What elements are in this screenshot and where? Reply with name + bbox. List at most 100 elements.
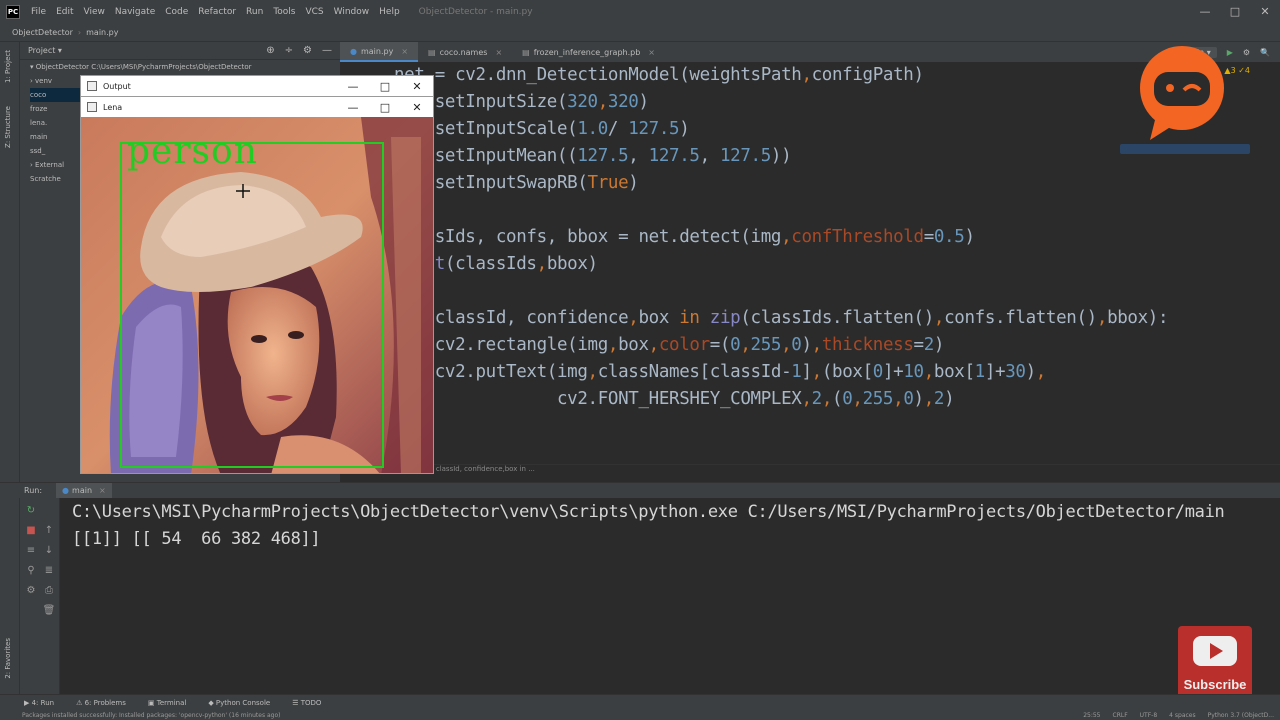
menu-edit[interactable]: Edit [51,7,78,17]
code-token: 10 [903,362,924,382]
code-token: zip [709,308,741,328]
run-label: Run: [24,486,43,495]
hide-icon[interactable]: — [322,45,332,56]
code-token: 1 [791,362,802,382]
run-console[interactable]: C:\Users\MSI\PycharmProjects\ObjectDetec… [60,498,1280,694]
settings-icon[interactable]: ⚙ [24,584,38,598]
caret-position[interactable]: 25:55 [1083,712,1100,719]
favorites-tool-button[interactable]: 2: Favorites [4,638,12,679]
code-token: cv2.FONT_HERSHEY_COMPLEX [394,389,802,409]
collapse-icon[interactable]: ÷ [285,45,293,56]
tab-coco-names[interactable]: ▤ coco.names × [418,42,512,62]
tab-main-py[interactable]: ● main.py × [340,42,419,62]
pin-icon[interactable]: ⚲ [24,564,38,578]
maximize-button[interactable]: □ [1220,0,1250,24]
indent-setting[interactable]: 4 spaces [1169,712,1195,719]
tab-frozen-inference-graph[interactable]: ▤ frozen_inference_graph.pb × [512,42,665,62]
python-console-tool-button[interactable]: ◆ Python Console [208,699,270,707]
maximize-button[interactable]: □ [369,80,401,93]
code-token: ]+ [984,362,1006,382]
scroll-down-icon[interactable]: ↓ [42,544,56,558]
code-token: 255 [750,335,782,355]
code-token: 0 [791,335,802,355]
lena-image-window[interactable]: Lena — □ ✕ person [80,96,434,474]
tree-item[interactable]: ▾ ObjectDetector C:\Users\MSI\PycharmPro… [30,60,340,74]
gear-icon[interactable]: ⚙ [303,45,312,56]
breadcrumb-file[interactable]: main.py [86,28,118,37]
tab-label: frozen_inference_graph.pb [533,47,641,57]
code-token: 127.5 [577,146,629,166]
line-separator[interactable]: CRLF [1113,712,1128,719]
code-token: ) [944,389,955,409]
menu-view[interactable]: View [79,7,110,17]
locate-icon[interactable]: ⊕ [266,45,274,56]
scroll-up-icon[interactable]: ↑ [42,524,56,538]
code-token: , [699,146,720,166]
tab-label: coco.names [439,47,488,57]
maximize-button[interactable]: □ [369,101,401,114]
search-icon[interactable]: 🔍 [1260,48,1270,57]
structure-tool-button[interactable]: Z: Structure [4,106,12,148]
minimize-button[interactable]: — [337,80,369,93]
menu-file[interactable]: File [26,7,51,17]
status-message[interactable]: Packages installed successfully: Install… [22,712,280,719]
close-tab-icon[interactable]: × [99,486,106,495]
menu-tools[interactable]: Tools [268,7,300,17]
code-token: , [801,65,812,85]
menu-help[interactable]: Help [374,7,405,17]
menu-navigate[interactable]: Navigate [110,7,160,17]
restore-layout-icon[interactable]: ≡ [24,544,38,558]
python-file-icon: ● [350,46,357,56]
code-token: , [811,335,823,355]
code-token: 0 [842,389,853,409]
close-tab-icon[interactable]: × [495,48,502,57]
youtube-subscribe-button[interactable]: Subscribe [1178,626,1252,698]
close-button[interactable]: ✕ [401,101,433,114]
stop-icon[interactable]: ■ [24,524,38,538]
close-button[interactable]: ✕ [1250,0,1280,24]
code-token: 320 [567,92,598,112]
todo-tool-button[interactable]: ☰ TODO [292,699,321,707]
detection-image: person [81,117,433,473]
project-view-selector[interactable]: Project ▾ [28,46,62,55]
terminal-tool-button[interactable]: ▣ Terminal [148,699,186,707]
menu-run[interactable]: Run [241,7,268,17]
subscribe-label: Subscribe [1183,677,1247,692]
code-token: = [913,335,925,355]
file-encoding[interactable]: UTF-8 [1140,712,1158,719]
project-tool-button[interactable]: 1: Project [4,50,12,83]
close-tab-icon[interactable]: × [648,48,655,57]
menu-window[interactable]: Window [329,7,375,17]
menu-code[interactable]: Code [160,7,193,17]
problems-tool-button[interactable]: ⚠ 6: Problems [76,699,126,707]
trash-icon[interactable]: 🗑 [42,604,56,618]
python-interpreter[interactable]: Python 3.7 (ObjectD... [1208,712,1274,719]
lena-window-titlebar[interactable]: Lena — □ ✕ [81,97,433,117]
editor-breadcrumb[interactable]: for classId, confidence,box in ... [340,464,1280,478]
close-tab-icon[interactable]: × [401,47,408,56]
output-window-titlebar[interactable]: Output — □ ✕ [81,76,433,96]
detection-label: person [127,131,258,172]
menu-refactor[interactable]: Refactor [193,7,241,17]
print-icon[interactable]: ⎙ [42,584,56,598]
code-line: cv2.FONT_HERSHEY_COMPLEX,2,(0,255,0),2) [394,389,955,409]
menu-vcs[interactable]: VCS [300,7,328,17]
code-token: )) [770,146,792,166]
run-panel-header: Run: ● main × [0,482,1280,499]
code-line: net.setInputMean((127.5, 127.5, 127.5)) [394,146,792,166]
rerun-icon[interactable]: ↻ [24,504,38,518]
close-button[interactable]: ✕ [401,80,433,93]
minimize-button[interactable]: — [1190,0,1220,24]
code-token: , [821,389,833,409]
code-token: , [781,227,792,247]
code-token: ) [913,389,925,409]
code-token: 2 [811,389,823,409]
run-tab-main[interactable]: ● main × [56,482,112,499]
code-token: box [638,308,680,328]
breadcrumb-project[interactable]: ObjectDetector [12,28,73,37]
minimize-button[interactable]: — [337,101,369,114]
soft-wrap-icon[interactable]: ≣ [42,564,56,578]
code-token: , [781,335,792,355]
run-tool-button[interactable]: ▶ 4: Run [24,699,54,707]
